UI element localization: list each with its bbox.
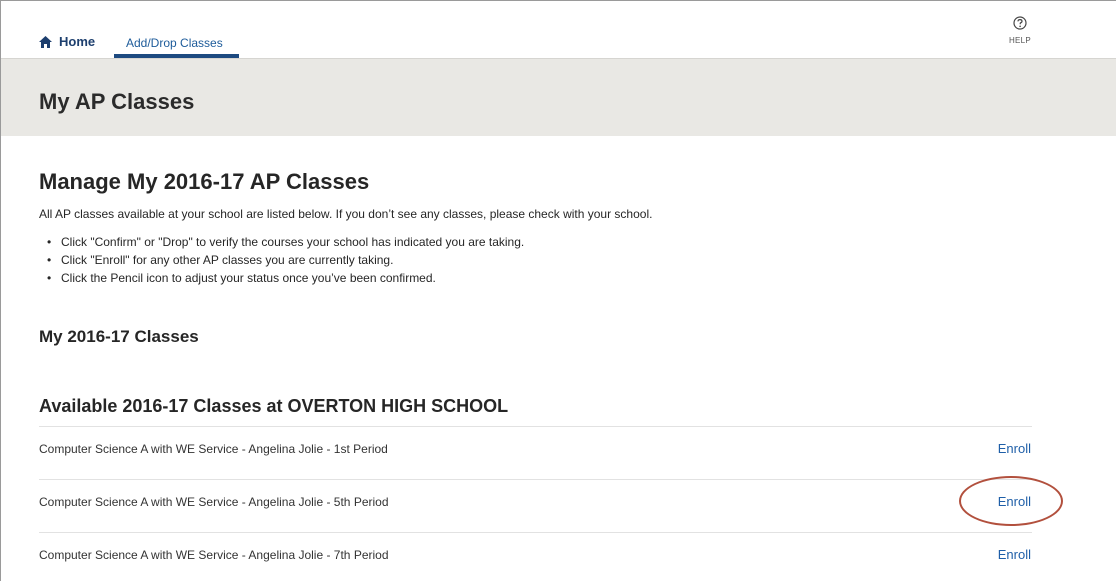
page-frame: Home Add/Drop Classes HELP My AP Classes… <box>0 0 1116 581</box>
instruction-item: • Click "Confirm" or "Drop" to verify the… <box>47 235 525 249</box>
page-title: My AP Classes <box>39 89 195 114</box>
instruction-item: • Click "Enroll" for any other AP classes… <box>47 253 394 267</box>
tab-label: Add/Drop Classes <box>126 36 223 50</box>
class-name: Computer Science A with WE Service - Ang… <box>39 548 389 562</box>
intro-text: All AP classes available at your school … <box>39 207 653 221</box>
available-class-list: Computer Science A with WE Service - Ang… <box>39 426 1032 581</box>
manage-classes-title: Manage My 2016-17 AP Classes <box>39 169 370 194</box>
available-classes-title: Available 2016-17 Classes at OVERTON HIG… <box>39 396 509 416</box>
nav-home-link[interactable]: Home <box>39 34 95 49</box>
help-circle-icon <box>1013 16 1027 30</box>
my-classes-title: My 2016-17 Classes <box>39 327 199 346</box>
enroll-link[interactable]: Enroll <box>998 441 1031 456</box>
class-row: Computer Science A with WE Service - Ang… <box>39 532 1032 581</box>
nav-home-label: Home <box>59 34 96 49</box>
page-header-band: My AP Classes <box>1 58 1116 136</box>
class-row: Computer Science A with WE Service - Ang… <box>39 479 1032 532</box>
instruction-list: • Click "Confirm" or "Drop" to verify the… <box>47 234 525 288</box>
help-label: HELP <box>1008 36 1032 45</box>
instruction-item: • Click the Pencil icon to adjust your st… <box>47 271 436 285</box>
top-navigation: Home Add/Drop Classes HELP <box>1 1 1116 58</box>
home-icon <box>39 35 52 48</box>
class-name: Computer Science A with WE Service - Ang… <box>39 495 389 509</box>
tab-add-drop-classes[interactable]: Add/Drop Classes <box>114 34 239 58</box>
class-row: Computer Science A with WE Service - Ang… <box>39 426 1032 479</box>
class-name: Computer Science A with WE Service - Ang… <box>39 442 388 456</box>
enroll-link[interactable]: Enroll <box>998 494 1031 509</box>
help-button[interactable]: HELP <box>1004 16 1036 45</box>
enroll-link[interactable]: Enroll <box>998 547 1031 562</box>
